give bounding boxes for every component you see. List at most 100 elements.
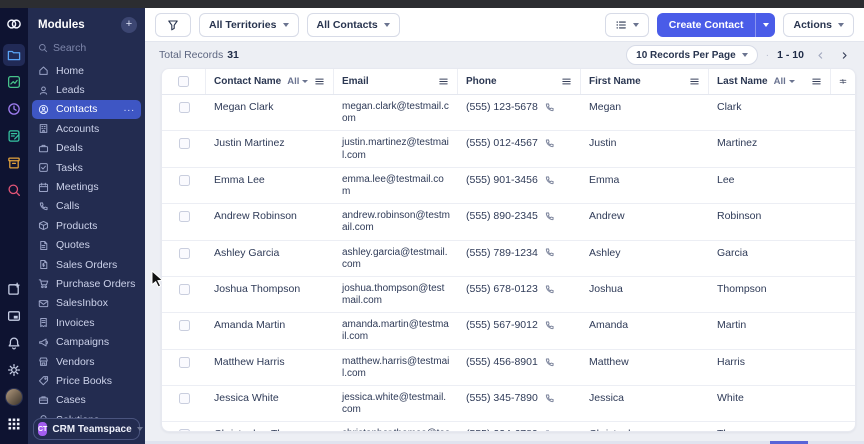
sidebar-item-sales-orders[interactable]: Sales Orders	[32, 255, 141, 274]
contact-name-cell[interactable]: Amanda Martin	[206, 313, 334, 337]
first-name-cell[interactable]: Matthew	[581, 350, 709, 374]
table-row[interactable]: Megan Clarkmegan.clark@testmail.com(555)…	[162, 95, 855, 131]
row-checkbox[interactable]	[179, 211, 190, 222]
phone-number[interactable]: (555) 234-6789	[466, 428, 538, 431]
view-mode-button[interactable]	[605, 13, 649, 37]
column-menu-button[interactable]	[314, 76, 325, 87]
phone-number[interactable]: (555) 123-5678	[466, 101, 538, 114]
phone-number[interactable]: (555) 456-8901	[466, 356, 538, 369]
table-row[interactable]: Andrew Robinsonandrew.robinson@testmail.…	[162, 204, 855, 240]
sidebar-item-invoices[interactable]: Invoices	[32, 313, 141, 332]
last-name-cell[interactable]: Clark	[709, 95, 831, 119]
phone-number[interactable]: (555) 789-1234	[466, 247, 538, 260]
last-name-cell[interactable]: Martin	[709, 313, 831, 337]
table-row[interactable]: Joshua Thompsonjoshua.thompson@testmail.…	[162, 277, 855, 313]
teamspace-switcher[interactable]: CT CRM Teamspace	[33, 418, 140, 440]
email-cell[interactable]: jessica.white@testmail.com	[334, 386, 458, 421]
view-filter-dropdown[interactable]: All Contacts	[307, 13, 400, 37]
row-checkbox[interactable]	[179, 248, 190, 259]
sidebar-item-salesinbox[interactable]: SalesInbox	[32, 294, 141, 313]
table-row[interactable]: Emma Leeemma.lee@testmail.com(555) 901-3…	[162, 168, 855, 204]
records-per-page-dropdown[interactable]: 10 Records Per Page	[626, 45, 758, 65]
email-cell[interactable]: matthew.harris@testmail.com	[334, 350, 458, 385]
first-name-cell[interactable]: Jessica	[581, 386, 709, 410]
column-menu-button[interactable]	[561, 76, 572, 87]
first-name-cell[interactable]: Megan	[581, 95, 709, 119]
row-checkbox[interactable]	[179, 320, 190, 331]
phone-number[interactable]: (555) 890-2345	[466, 210, 538, 223]
sidebar-item-vendors[interactable]: Vendors	[32, 352, 141, 371]
sidebar-item-products[interactable]: Products	[32, 216, 141, 235]
create-contact-dropdown[interactable]	[755, 13, 775, 37]
territories-dropdown[interactable]: All Territories	[199, 13, 299, 37]
row-checkbox[interactable]	[179, 357, 190, 368]
table-row[interactable]: Jessica Whitejessica.white@testmail.com(…	[162, 386, 855, 422]
activities-clock[interactable]	[3, 98, 25, 120]
contact-name-cell[interactable]: Andrew Robinson	[206, 204, 334, 228]
row-checkbox[interactable]	[179, 393, 190, 404]
last-name-cell[interactable]: White	[709, 386, 831, 410]
sidebar-item-purchase-orders[interactable]: Purchase Orders	[32, 274, 141, 293]
last-name-cell[interactable]: Thompson	[709, 277, 831, 301]
sidebar-item-accounts[interactable]: Accounts	[32, 119, 141, 138]
sidebar-search[interactable]: Search	[28, 38, 145, 61]
row-checkbox[interactable]	[179, 284, 190, 295]
contact-name-cell[interactable]: Christopher Thomas	[206, 422, 334, 431]
column-header-phone[interactable]: Phone	[458, 69, 581, 94]
create-contact-button[interactable]: Create Contact	[657, 13, 756, 37]
row-checkbox[interactable]	[179, 102, 190, 113]
first-name-cell[interactable]: Justin	[581, 131, 709, 155]
last-name-cell[interactable]: Martinez	[709, 131, 831, 155]
table-row[interactable]: Ashley Garciaashley.garcia@testmail.com(…	[162, 241, 855, 277]
last-name-cell[interactable]: Harris	[709, 350, 831, 374]
contact-name-cell[interactable]: Jessica White	[206, 386, 334, 410]
sidebar-item-price-books[interactable]: Price Books	[32, 371, 141, 390]
first-name-cell[interactable]: Andrew	[581, 204, 709, 228]
zia-search[interactable]	[3, 179, 25, 201]
column-all-dropdown[interactable]: All	[774, 76, 795, 87]
zoho-logo[interactable]	[3, 13, 25, 35]
select-all-checkbox[interactable]	[178, 76, 189, 87]
add-module-button[interactable]: +	[121, 17, 137, 33]
modules-folder[interactable]	[3, 44, 25, 66]
last-name-cell[interactable]: Robinson	[709, 204, 831, 228]
contact-name-cell[interactable]: Matthew Harris	[206, 350, 334, 374]
column-menu-button[interactable]	[438, 76, 449, 87]
phone-number[interactable]: (555) 678-0123	[466, 283, 538, 296]
contact-name-cell[interactable]: Justin Martinez	[206, 131, 334, 155]
phone-number[interactable]: (555) 901-3456	[466, 174, 538, 187]
first-name-cell[interactable]: Amanda	[581, 313, 709, 337]
sidebar-item-meetings[interactable]: Meetings	[32, 177, 141, 196]
column-header-last-name[interactable]: Last NameAll	[709, 69, 831, 94]
column-manager-button[interactable]	[831, 69, 855, 94]
column-header-contact-name[interactable]: Contact NameAll	[206, 69, 334, 94]
sidebar-item-tasks[interactable]: Tasks	[32, 158, 141, 177]
email-cell[interactable]: joshua.thompson@testmail.com	[334, 277, 458, 312]
filter-button[interactable]	[155, 13, 191, 37]
first-name-cell[interactable]: Ashley	[581, 241, 709, 265]
first-name-cell[interactable]: Christopher	[581, 422, 709, 431]
table-row[interactable]: Amanda Martinamanda.martin@testmail.com(…	[162, 313, 855, 349]
settings-gear[interactable]	[3, 359, 25, 381]
sidebar-item-contacts[interactable]: Contacts...	[32, 100, 141, 119]
more-options-icon[interactable]: ...	[124, 107, 135, 111]
contact-name-cell[interactable]: Megan Clark	[206, 95, 334, 119]
first-name-cell[interactable]: Joshua	[581, 277, 709, 301]
table-row[interactable]: Christopher Thomaschristopher.thomas@tes…	[162, 422, 855, 431]
email-cell[interactable]: justin.martinez@testmail.com	[334, 131, 458, 166]
phone-number[interactable]: (555) 012-4567	[466, 137, 538, 150]
next-page-button[interactable]	[836, 47, 852, 63]
sidebar-item-calls[interactable]: Calls	[32, 197, 141, 216]
contact-name-cell[interactable]: Joshua Thompson	[206, 277, 334, 301]
sidebar-item-deals[interactable]: Deals	[32, 139, 141, 158]
apps-grid[interactable]	[3, 413, 25, 435]
email-cell[interactable]: ashley.garcia@testmail.com	[334, 241, 458, 276]
last-name-cell[interactable]: Lee	[709, 168, 831, 192]
actions-dropdown[interactable]: Actions	[783, 13, 854, 37]
user-avatar[interactable]	[3, 386, 25, 408]
phone-number[interactable]: (555) 567-9012	[466, 319, 538, 332]
email-cell[interactable]: christopher.thomas@testmail.com	[334, 422, 458, 431]
email-cell[interactable]: emma.lee@testmail.com	[334, 168, 458, 203]
row-checkbox[interactable]	[179, 138, 190, 149]
notes[interactable]	[3, 125, 25, 147]
